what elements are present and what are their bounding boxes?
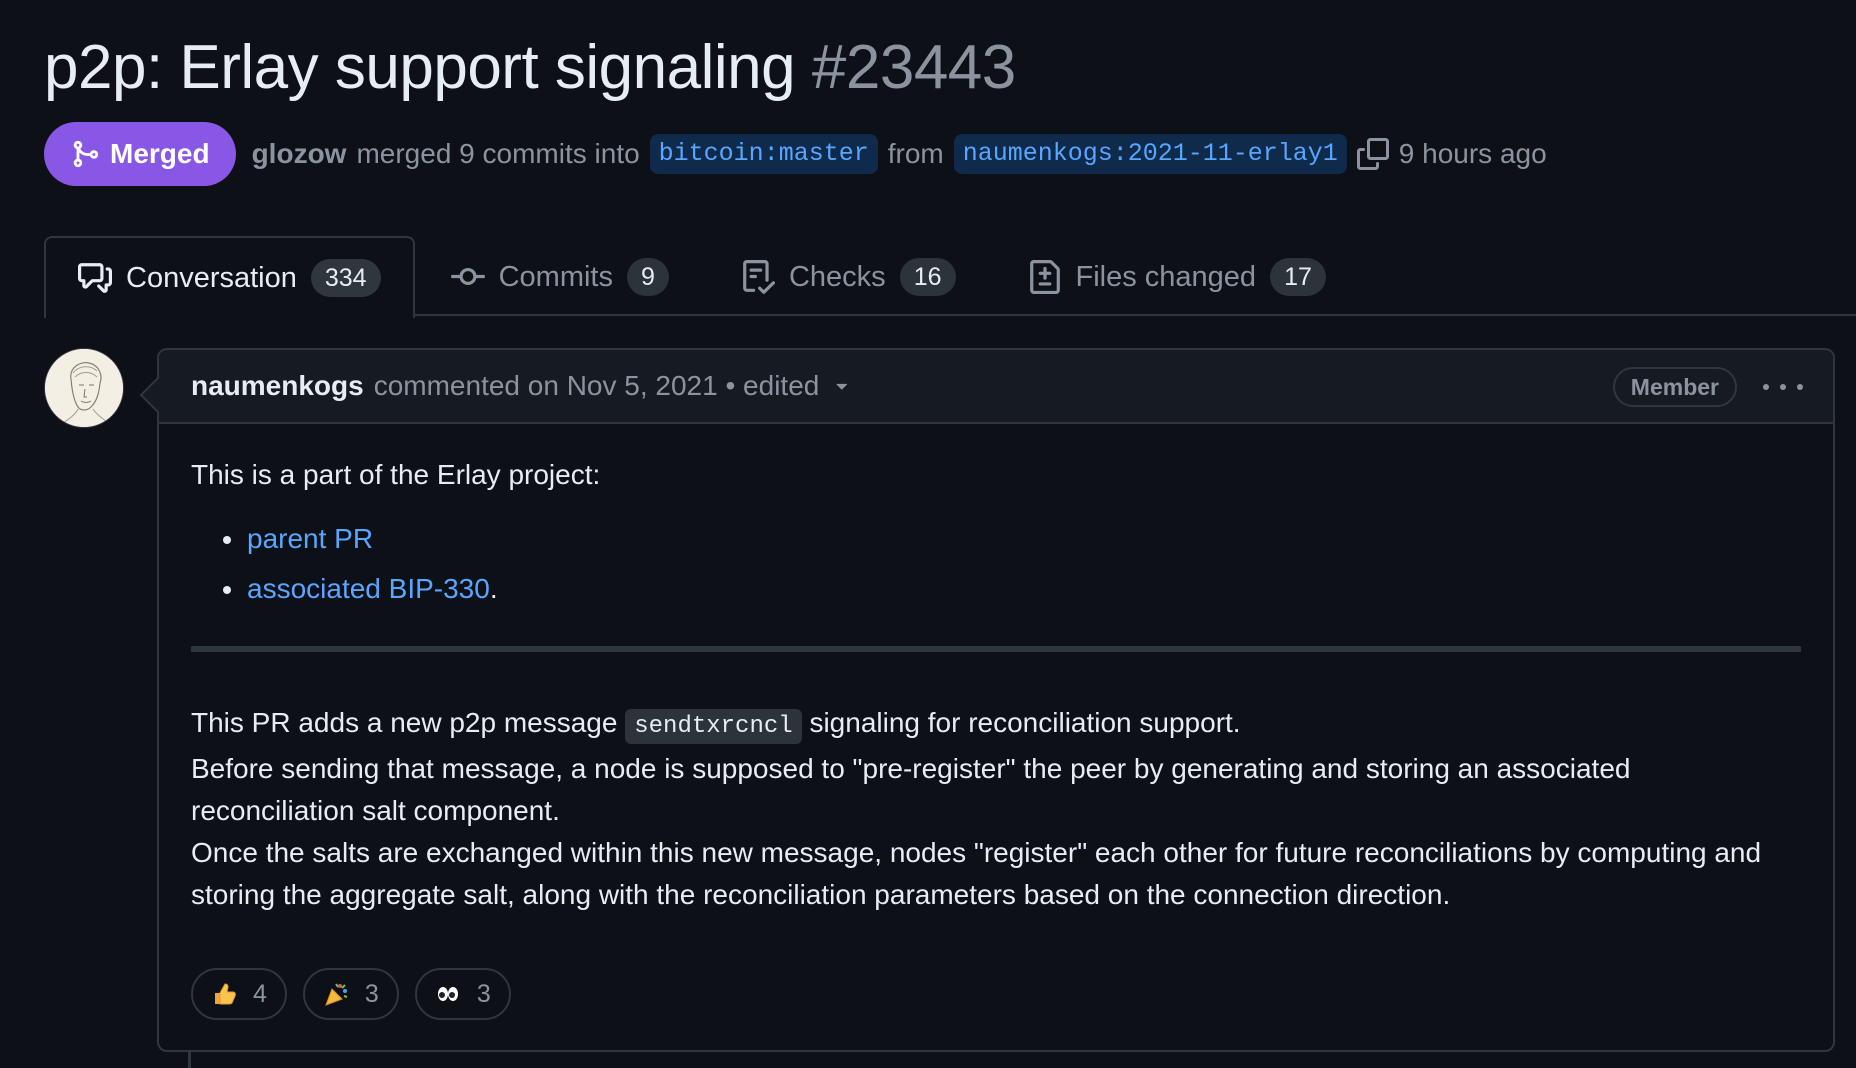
list-item: associated BIP-330. <box>191 568 1801 610</box>
party-popper-icon <box>321 979 351 1009</box>
chevron-down-icon[interactable] <box>819 370 851 402</box>
intro-text: This is a part of the Erlay project: <box>191 459 601 490</box>
comment-author[interactable]: naumenkogs <box>191 370 364 402</box>
parent-pr-link[interactable]: parent PR <box>247 523 373 554</box>
tab-counter: 17 <box>1270 258 1326 296</box>
tab-label: Commits <box>498 260 613 293</box>
comment-box: naumenkogs commented on Nov 5, 2021 • ed… <box>157 348 1835 1052</box>
paragraph-text: signaling for reconciliation support. <box>809 707 1241 738</box>
paragraph-3: Once the salts are exchanged within this… <box>191 837 1762 910</box>
timeline-line <box>188 1052 191 1068</box>
file-diff-icon <box>1029 260 1060 294</box>
pr-meta: Merged glozow merged 9 commits into bitc… <box>44 122 1547 186</box>
tab-counter: 9 <box>626 258 669 296</box>
tab-checks[interactable]: Checks 16 <box>705 236 992 316</box>
eyes-icon <box>433 979 463 1009</box>
reaction-count: 4 <box>253 979 267 1008</box>
reaction-thumbs-up[interactable]: 4 <box>191 968 287 1020</box>
tab-conversation[interactable]: Conversation 334 <box>44 236 415 318</box>
tab-counter: 16 <box>899 258 956 296</box>
checklist-icon <box>743 260 775 294</box>
tab-label: Files changed <box>1075 260 1257 293</box>
git-merge-icon <box>73 140 99 168</box>
reactions: 4 3 3 <box>191 968 511 1020</box>
git-commit-icon <box>450 267 485 285</box>
pull-request-page: p2p: Erlay support signaling #23443 Merg… <box>0 0 1856 1068</box>
member-badge: Member <box>1612 367 1737 407</box>
pr-number: #23443 <box>811 33 1016 102</box>
merger-username[interactable]: glozow <box>252 138 347 170</box>
reaction-hooray[interactable]: 3 <box>302 968 399 1020</box>
merge-time: 9 hours ago <box>1398 138 1547 169</box>
reaction-count: 3 <box>364 979 379 1008</box>
merged-status-badge: Merged <box>44 122 236 186</box>
tab-label: Conversation <box>126 261 297 294</box>
reaction-count: 3 <box>476 979 491 1008</box>
avatar-sketch-icon <box>45 349 123 427</box>
copy-icon[interactable] <box>1356 138 1389 170</box>
comment-discussion-icon <box>78 263 112 293</box>
kebab-horizontal-icon[interactable] <box>1763 374 1803 400</box>
from-text: from <box>887 138 944 169</box>
pr-title: p2p: Erlay support signaling <box>44 33 796 102</box>
bip-330-link[interactable]: associated BIP-330 <box>247 573 490 604</box>
horizontal-rule <box>191 646 1801 652</box>
paragraph-2: Before sending that message, a node is s… <box>191 753 1631 826</box>
merge-summary: glozow merged 9 commits into bitcoin:mas… <box>252 134 1547 174</box>
merged-label: Merged <box>110 138 210 169</box>
comment-meta[interactable]: commented on Nov 5, 2021 • edited <box>374 370 820 402</box>
paragraph-text: This PR adds a new p2p message <box>191 707 618 738</box>
list-item: parent PR <box>191 518 1801 560</box>
thumbs-up-icon <box>209 979 239 1009</box>
merged-text: merged 9 commits into <box>356 138 640 169</box>
pr-tabs: Conversation 334 Commits 9 Checks 16 Fil… <box>44 236 1856 318</box>
reaction-eyes[interactable]: 3 <box>414 968 511 1020</box>
comment-header: naumenkogs commented on Nov 5, 2021 • ed… <box>159 350 1833 424</box>
paragraph-1: This PR adds a new p2p message sendtxrcn… <box>191 702 1801 748</box>
base-branch[interactable]: bitcoin:master <box>649 134 878 174</box>
page-title: p2p: Erlay support signaling #23443 <box>44 28 1016 108</box>
tab-commits[interactable]: Commits 9 <box>415 236 705 316</box>
inline-code: sendtxrcncl <box>625 709 802 744</box>
link-list: parent PR associated BIP-330. <box>191 518 1801 610</box>
comment-body: This is a part of the Erlay project: par… <box>159 424 1833 916</box>
tab-label: Checks <box>788 260 886 293</box>
tab-counter: 334 <box>310 259 381 297</box>
link-suffix: . <box>489 573 498 604</box>
avatar[interactable] <box>44 348 124 428</box>
head-branch[interactable]: naumenkogs:2021-11-erlay1 <box>953 134 1347 174</box>
tab-files-changed[interactable]: Files changed 17 <box>992 236 1362 316</box>
